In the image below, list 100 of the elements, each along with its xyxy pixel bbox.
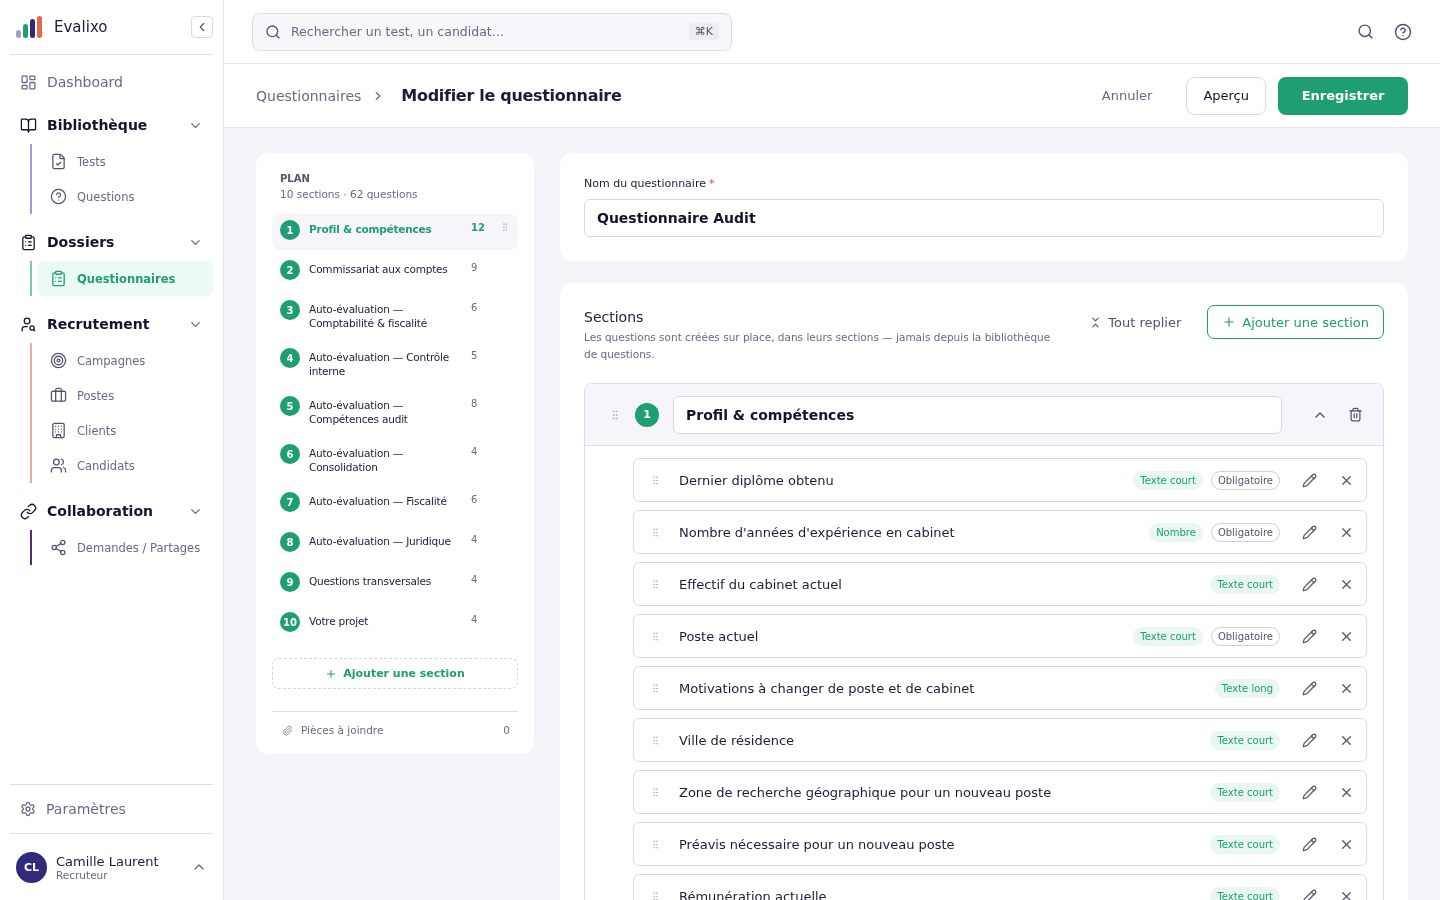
plan-section-item[interactable]: 6 Auto-évaluation — Consolidation 4 [272, 438, 518, 482]
type-tag: Texte court [1133, 470, 1203, 490]
edit-button[interactable] [1302, 628, 1317, 644]
type-tag: Texte court [1210, 782, 1280, 802]
pencil-icon [1302, 472, 1317, 488]
edit-button[interactable] [1302, 524, 1317, 540]
drag-handle-icon[interactable] [650, 526, 661, 538]
drag-handle-icon[interactable] [650, 630, 661, 642]
edit-button[interactable] [1302, 680, 1317, 696]
plan-section-item[interactable]: 8 Auto-évaluation — Juridique 4 [272, 526, 518, 562]
nav-subitem[interactable]: Tests [38, 144, 213, 179]
attachments-label: Pièces à joindre [301, 724, 385, 736]
nav-subitem[interactable]: Demandes / Partages [38, 530, 213, 565]
document-check-icon [50, 153, 67, 170]
edit-button[interactable] [1302, 472, 1317, 488]
plan-section-item[interactable]: 3 Auto-évaluation — Comptabilité & fiscalité 6 [272, 294, 518, 338]
required-tag: Obligatoire [1210, 626, 1280, 646]
plan-section-item[interactable]: 7 Auto-évaluation — Fiscalité 6 [272, 486, 518, 522]
building-icon [50, 422, 67, 439]
book-icon [20, 116, 37, 134]
type-tag: Texte court [1210, 730, 1280, 750]
search-button[interactable] [1357, 23, 1374, 40]
nav-group[interactable]: Dossiers [10, 223, 213, 261]
plan-section-item[interactable]: 9 Questions transversales 4 [272, 566, 518, 602]
type-tag: Texte court [1133, 626, 1203, 646]
shortcut-key: ⌘K [688, 23, 719, 40]
user-role: Recruteur [56, 868, 109, 881]
question-title: Nombre d'années d'expérience en cabinet [679, 524, 956, 540]
sections-title: Sections [584, 309, 645, 325]
drag-handle-icon[interactable] [650, 578, 661, 590]
target-icon [50, 352, 67, 369]
section-number: 1 [280, 220, 300, 240]
nav-subitem[interactable]: Clients [38, 413, 213, 448]
search-field[interactable]: Rechercher un test, un candidat… ⌘K [252, 12, 732, 51]
breadcrumb-link[interactable]: Questionnaires [256, 87, 362, 104]
question-title: Poste actuel [679, 628, 760, 644]
section-number: 8 [280, 532, 300, 552]
settings-link[interactable]: Paramètres [10, 784, 213, 834]
section-number: 2 [280, 260, 300, 280]
settings-icon [20, 801, 36, 817]
nav-group[interactable]: Recrutement [10, 305, 213, 343]
delete-button[interactable] [1348, 407, 1363, 422]
paperclip-icon [282, 724, 293, 736]
nav-group[interactable]: Collaboration [10, 492, 213, 530]
nav-item[interactable]: Dashboard [10, 63, 213, 101]
drag-handle-icon[interactable] [609, 408, 621, 421]
collapse-all-button[interactable]: Tout replier [1083, 314, 1188, 331]
page-title: Modifier le questionnaire [401, 86, 623, 105]
pencil-icon [1302, 732, 1317, 748]
cancel-button[interactable]: Annuler [1095, 87, 1159, 104]
briefcase-icon [50, 387, 67, 404]
drag-handle-icon[interactable] [650, 786, 661, 798]
pencil-icon [1302, 628, 1317, 644]
nav-subitem[interactable]: Questions [38, 179, 213, 214]
dashboard-icon [20, 73, 37, 91]
plan-section-item[interactable]: 4 Auto-évaluation — Contrôle interne 5 [272, 342, 518, 386]
question-title: Rémunération actuelle [679, 888, 828, 900]
help-button[interactable] [1394, 22, 1412, 41]
drag-handle-icon[interactable] [650, 682, 661, 694]
nav-subitem[interactable]: Postes [38, 378, 213, 413]
section-number: 6 [280, 444, 300, 464]
drag-handle-icon[interactable] [650, 838, 661, 850]
edit-button[interactable] [1302, 888, 1317, 900]
collapse-sidebar-button[interactable] [191, 16, 213, 38]
pencil-icon [1302, 524, 1317, 540]
plan-section-item[interactable]: 5 Auto-évaluation — Compétences audit 8 [272, 390, 518, 434]
plus-icon [325, 667, 338, 680]
edit-button[interactable] [1302, 836, 1317, 852]
required-tag: Obligatoire [1210, 470, 1280, 490]
question-title: Préavis nécessaire pour un nouveau poste [679, 836, 956, 852]
edit-button[interactable] [1302, 576, 1317, 592]
question-title: Effectif du cabinet actuel [679, 576, 843, 592]
section-number: 1 [635, 402, 659, 427]
name-input[interactable]: Questionnaire Audit [584, 199, 1384, 237]
user-avatar: CL [16, 851, 47, 883]
nav-subitem[interactable]: Campagnes [38, 343, 213, 378]
edit-button[interactable] [1302, 732, 1317, 748]
required-tag: Obligatoire [1210, 522, 1280, 542]
section-number: 4 [280, 348, 300, 368]
question-title: Zone de recherche géographique pour un nouveau poste [679, 784, 1053, 800]
logo-icon [16, 16, 44, 38]
nav-subitem[interactable]: Candidats [38, 448, 213, 483]
type-tag: Nombre [1149, 522, 1203, 542]
drag-handle-icon[interactable] [650, 890, 661, 900]
edit-button[interactable] [1302, 784, 1317, 800]
preview-button[interactable]: Aperçu [1186, 76, 1266, 115]
section-number: 7 [280, 492, 300, 512]
help-icon [1394, 22, 1412, 41]
brand-name: Evalixo [54, 18, 109, 36]
nav-group[interactable]: Bibliothèque [10, 106, 213, 144]
type-tag: Texte court [1210, 834, 1280, 854]
drag-handle-icon[interactable] [500, 222, 510, 232]
plan-section-item[interactable]: 2 Commissariat aux comptes 9 [272, 254, 518, 290]
share-icon [50, 539, 67, 556]
drag-handle-icon[interactable] [650, 474, 661, 486]
section-title-input[interactable]: Profil & compétences [673, 395, 1282, 434]
plan-section-item[interactable]: 10 Votre projet 4 [272, 606, 518, 642]
drag-handle-icon[interactable] [650, 734, 661, 746]
search-input[interactable]: Rechercher un test, un candidat… [289, 23, 681, 40]
add-section-button[interactable]: Ajouter une section [1207, 305, 1384, 339]
